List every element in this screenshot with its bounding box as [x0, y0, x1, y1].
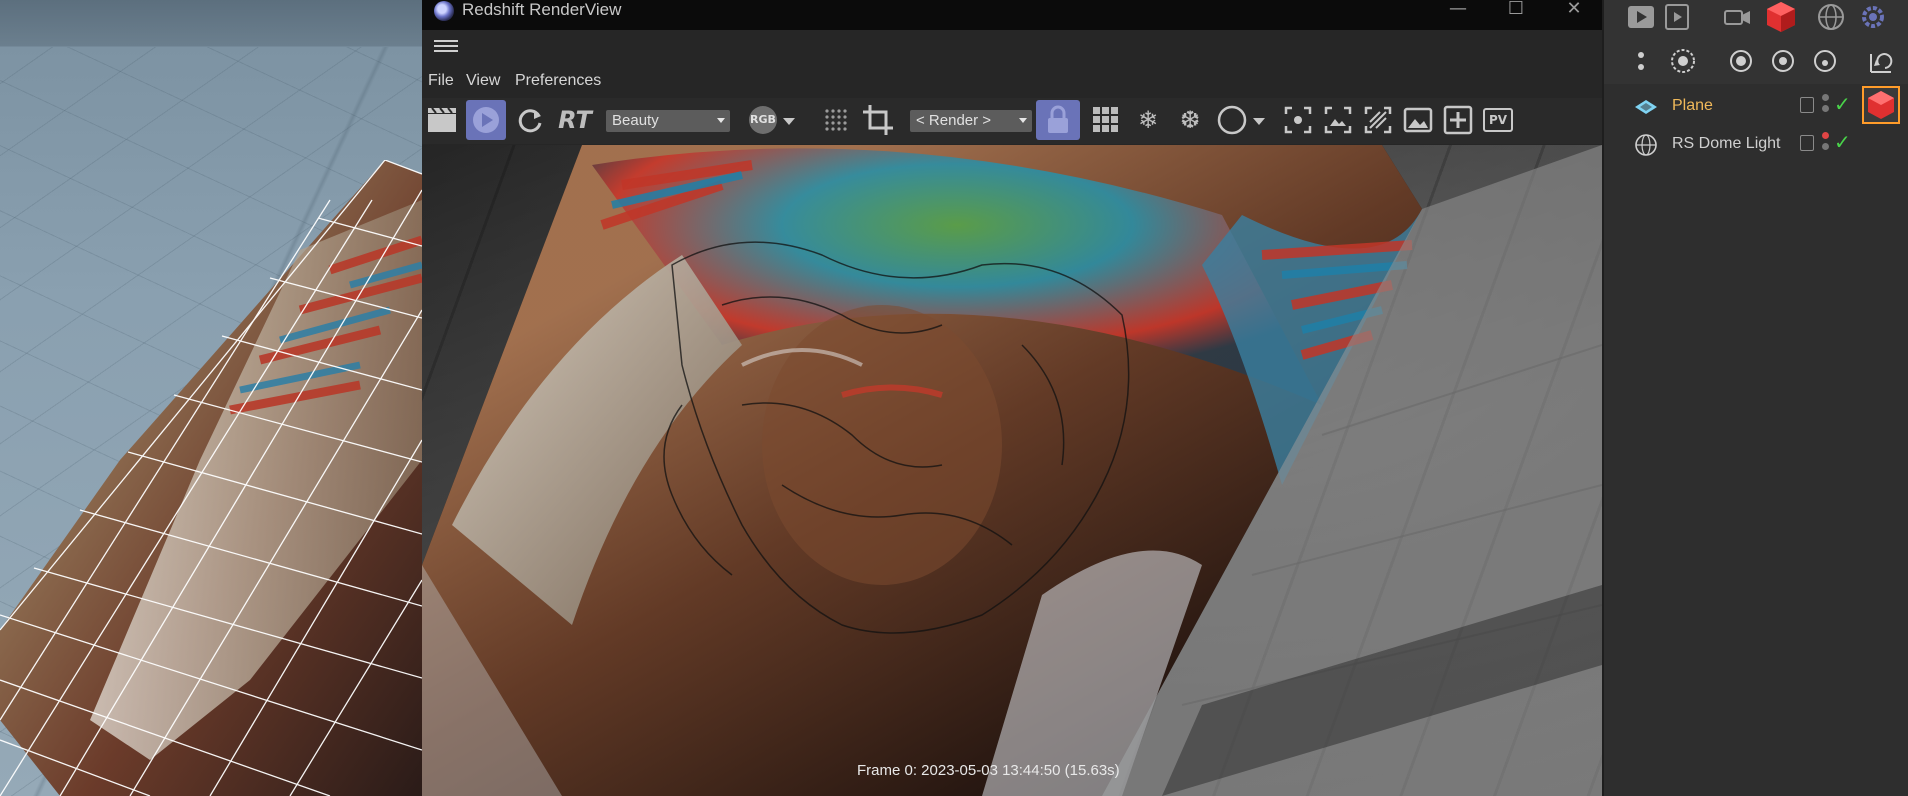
- tiles-grid-icon[interactable]: [1086, 100, 1126, 140]
- solo-mode-3-icon[interactable]: [1810, 46, 1840, 76]
- camera-icon[interactable]: [1722, 2, 1752, 32]
- crop-icon[interactable]: [858, 100, 898, 140]
- point-mode-icon[interactable]: [1626, 46, 1656, 76]
- object-row-dome-light[interactable]: RS Dome Light ✓: [1604, 126, 1908, 162]
- rgb-dropdown-arrow-icon[interactable]: [780, 100, 798, 140]
- render-settings-icon[interactable]: [1662, 2, 1692, 32]
- focus-frame-icon[interactable]: [1278, 100, 1318, 140]
- 3d-viewport[interactable]: [0, 0, 422, 796]
- object-name: RS Dome Light: [1672, 135, 1781, 152]
- circle-icon[interactable]: [1212, 100, 1252, 140]
- clapper-icon[interactable]: [422, 100, 462, 140]
- object-manager-toolbar: [1604, 0, 1908, 84]
- render-canvas[interactable]: Frame 0: 2023-05-03 13:44:50 (15.63s): [422, 145, 1602, 796]
- chevron-down-icon: [1019, 118, 1027, 123]
- visibility-dots-icon[interactable]: [1822, 132, 1830, 156]
- minimize-icon[interactable]: —: [1430, 0, 1486, 20]
- title-bar[interactable]: Redshift RenderView — ☐ ✕: [422, 0, 1602, 30]
- menu-preferences[interactable]: Preferences: [515, 72, 601, 90]
- enabled-check-icon[interactable]: ✓: [1834, 92, 1851, 116]
- chevron-down-icon: [717, 118, 725, 123]
- object-row-plane[interactable]: Plane ✓: [1604, 86, 1908, 124]
- hamburger-menu-icon[interactable]: [434, 37, 458, 57]
- close-icon[interactable]: ✕: [1546, 0, 1602, 20]
- rt-toggle-button[interactable]: RT: [552, 100, 598, 140]
- edit-tag-icon[interactable]: [1800, 135, 1814, 151]
- plane-object-icon: [1635, 100, 1657, 114]
- undo-view-icon[interactable]: [1866, 46, 1896, 76]
- aov-select[interactable]: Beauty: [606, 110, 730, 132]
- rgb-channel-button[interactable]: RGB: [746, 100, 780, 140]
- solo-mode-1-icon[interactable]: [1726, 46, 1756, 76]
- frame-status-text: Frame 0: 2023-05-03 13:44:50 (15.63s): [857, 762, 1120, 779]
- globe-icon[interactable]: [1816, 2, 1846, 32]
- window-title: Redshift RenderView: [462, 0, 622, 19]
- camera-select[interactable]: < Render >: [910, 110, 1032, 132]
- enabled-check-icon[interactable]: ✓: [1834, 130, 1851, 154]
- snapshot-image-icon[interactable]: [1398, 100, 1438, 140]
- desktop: Redshift RenderView — ☐ ✕ File View Pref…: [0, 0, 1908, 796]
- pv-label: PV: [1488, 113, 1508, 127]
- start-render-button[interactable]: [466, 100, 506, 140]
- maximize-icon[interactable]: ☐: [1488, 0, 1544, 20]
- edit-tag-icon[interactable]: [1800, 97, 1814, 113]
- region-hatch-icon[interactable]: [1358, 100, 1398, 140]
- render-toolbar: RT Beauty RGB < Render > ❄ ❆ PV: [422, 98, 1602, 144]
- viewport-plane-object[interactable]: [0, 160, 422, 796]
- menu-view[interactable]: View: [466, 72, 500, 90]
- object-manager-panel: Plane ✓ RS Dome Light ✓: [1602, 0, 1908, 796]
- aov-select-value: Beauty: [612, 112, 659, 129]
- render-view-window: Redshift RenderView — ☐ ✕ File View Pref…: [422, 0, 1602, 796]
- material-tag-icon[interactable]: [1862, 86, 1900, 124]
- visibility-dots-icon[interactable]: [1822, 94, 1830, 118]
- snowflake-icon[interactable]: ❄: [1128, 100, 1168, 140]
- add-snapshot-icon[interactable]: [1438, 100, 1478, 140]
- dome-light-icon: [1635, 134, 1657, 156]
- target-icon[interactable]: [1668, 46, 1698, 76]
- pv-button[interactable]: PV: [1478, 100, 1518, 140]
- object-name: Plane: [1672, 97, 1713, 114]
- redshift-cube-icon[interactable]: [1764, 0, 1798, 34]
- solo-mode-2-icon[interactable]: [1768, 46, 1798, 76]
- refresh-icon[interactable]: [510, 100, 550, 140]
- redshift-app-icon: [434, 1, 454, 21]
- fit-frame-icon[interactable]: [1318, 100, 1358, 140]
- lock-icon[interactable]: [1036, 100, 1080, 140]
- circle-dropdown-arrow-icon[interactable]: [1250, 100, 1268, 140]
- rendered-image: [422, 145, 1602, 796]
- settings-gear-icon[interactable]: [1858, 2, 1888, 32]
- camera-select-value: < Render >: [916, 112, 992, 129]
- snowflake-g-icon[interactable]: ❆: [1170, 100, 1210, 140]
- rgb-label: RGB: [750, 113, 776, 126]
- render-view-icon[interactable]: [1626, 2, 1656, 32]
- menu-file[interactable]: File: [428, 72, 454, 90]
- dither-grid-icon[interactable]: [816, 100, 856, 140]
